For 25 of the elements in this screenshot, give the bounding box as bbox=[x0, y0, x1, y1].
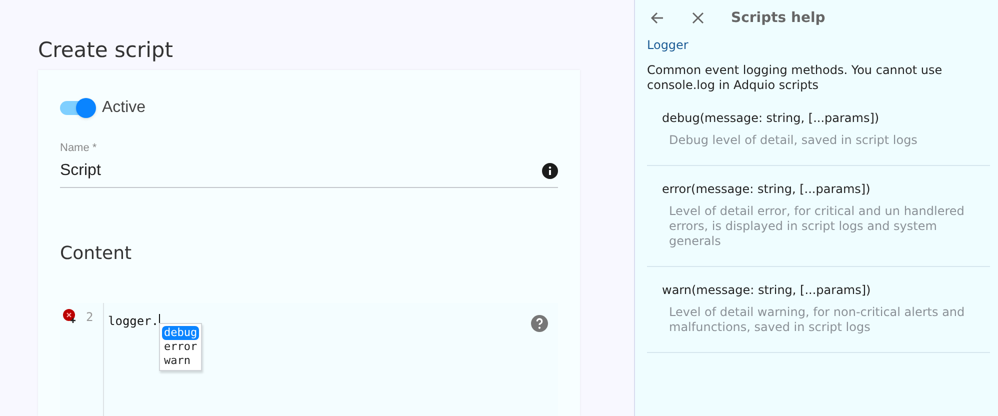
method-description: Debug level of detail, saved in script logs bbox=[668, 133, 918, 148]
back-arrow-icon[interactable] bbox=[650, 11, 664, 25]
method-signature: warn(message: string, [...params]) bbox=[662, 282, 872, 299]
page-title: Create script bbox=[38, 37, 173, 64]
section-heading: Content bbox=[60, 242, 132, 266]
line-number: 2 bbox=[86, 308, 94, 324]
field-label: Name * bbox=[60, 141, 97, 156]
suggestion-item[interactable]: debug bbox=[162, 326, 200, 340]
panel-title: Scripts help bbox=[731, 8, 826, 28]
method-signature: debug(message: string, [...params]) bbox=[662, 110, 880, 127]
toggle-label: Active bbox=[102, 98, 146, 118]
help-icon[interactable] bbox=[531, 314, 548, 332]
section-link[interactable]: Logger bbox=[647, 36, 688, 54]
name-field[interactable]: Name * Script bbox=[60, 140, 558, 188]
suggestion-item[interactable]: warn bbox=[162, 354, 200, 368]
close-icon[interactable] bbox=[692, 12, 704, 24]
field-value: Script bbox=[60, 160, 101, 180]
section-description: Common event logging methods. You cannot use console.log in Adquio scripts bbox=[647, 63, 944, 93]
info-icon[interactable] bbox=[542, 162, 558, 178]
method-signature: error(message: string, [...params]) bbox=[662, 181, 872, 198]
toggle-switch[interactable] bbox=[60, 101, 94, 115]
code-editor[interactable]: 2 logger. debug error warn bbox=[60, 302, 558, 416]
method-description: Level of detail error, for critical and un handlered errors, is displayed in script logs and system generals bbox=[668, 204, 966, 249]
method-description: Level of detail warning, for non-critical alerts and malfunctions, saved in script logs bbox=[668, 305, 966, 335]
suggestion-item[interactable]: error bbox=[162, 340, 200, 354]
